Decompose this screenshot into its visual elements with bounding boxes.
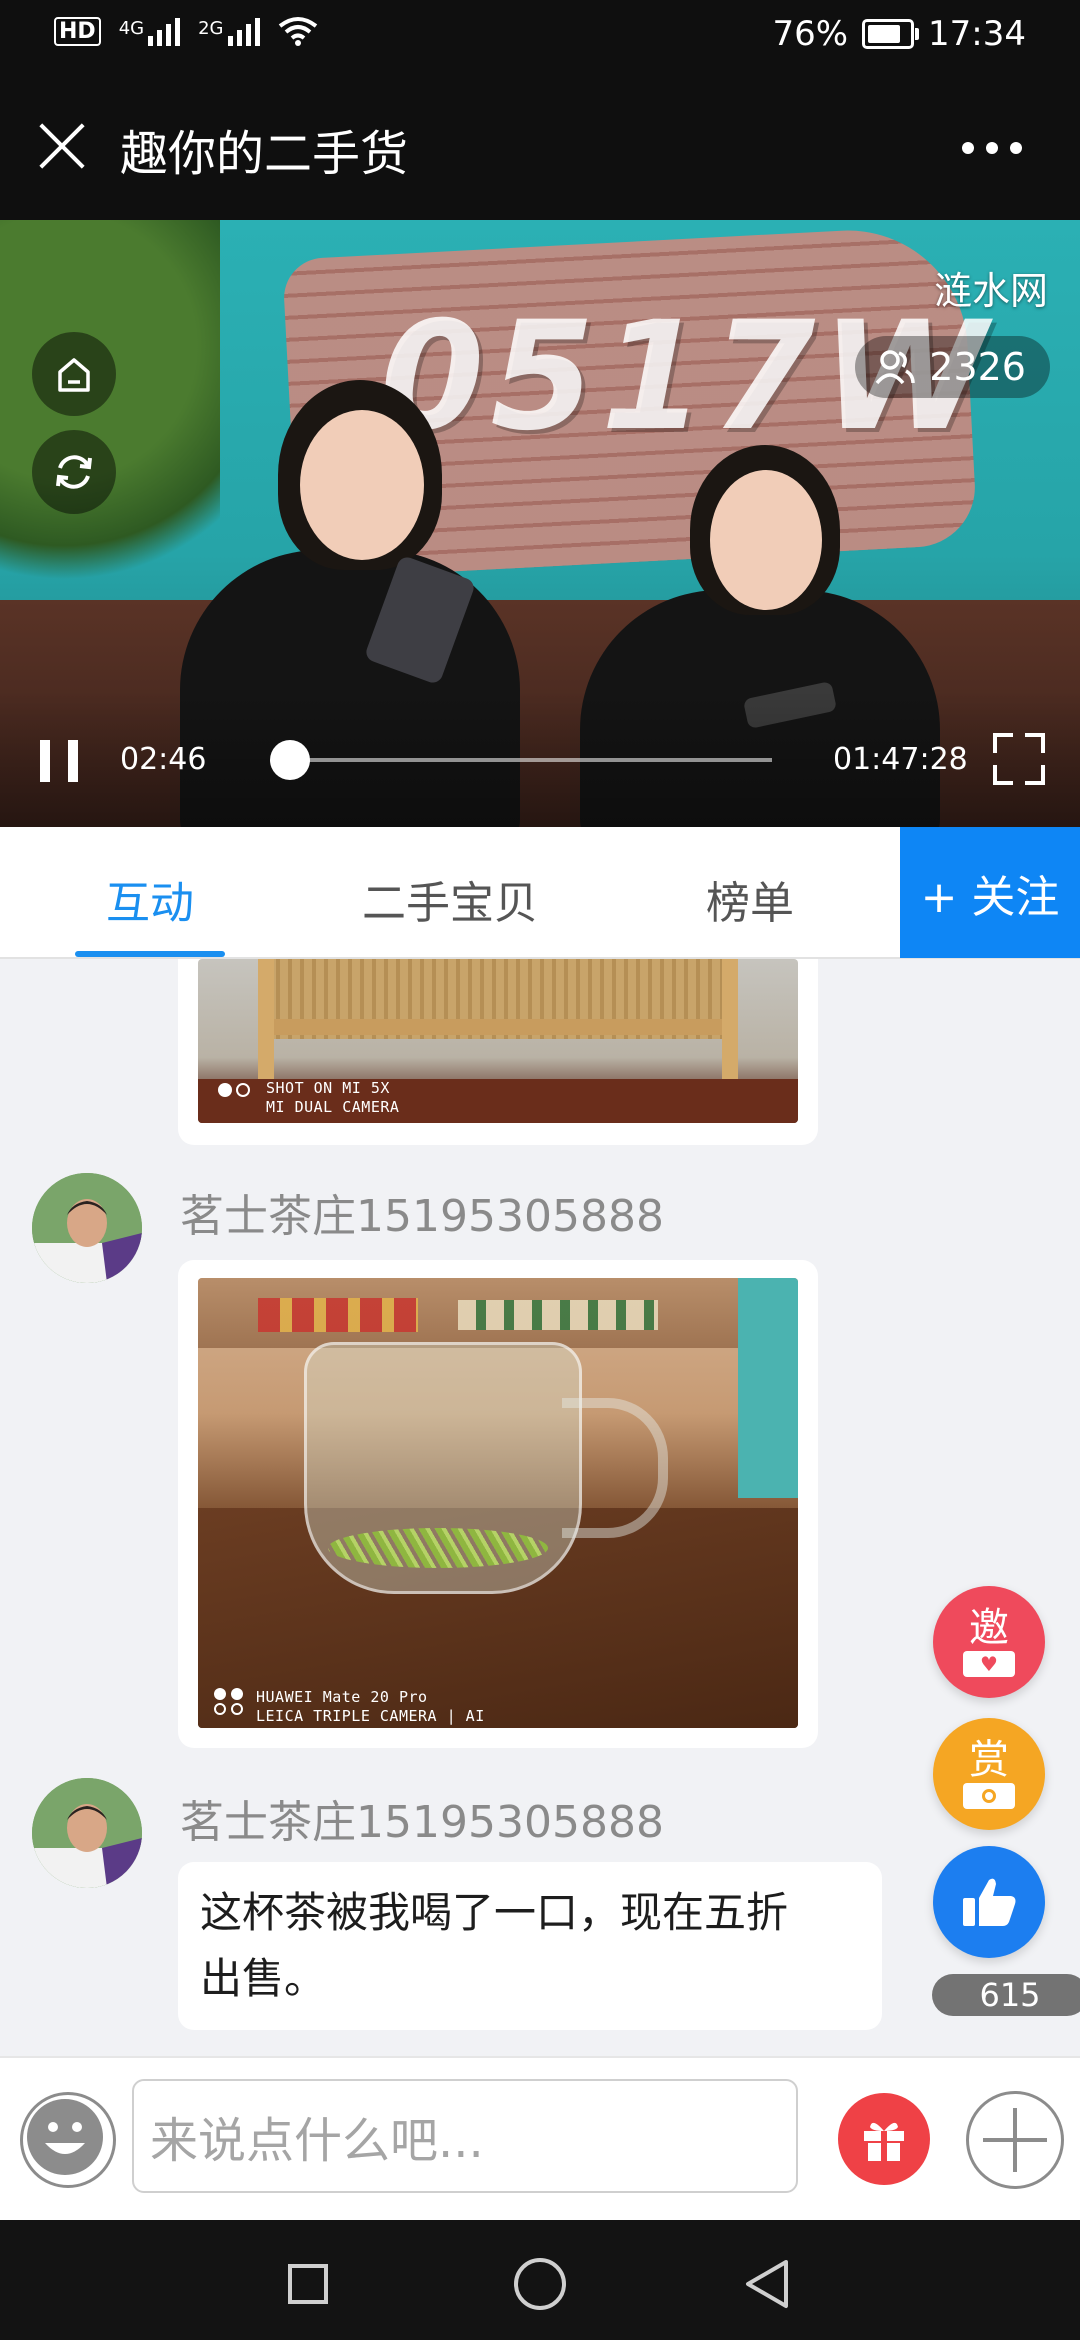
clock: 17:34 <box>928 14 1026 54</box>
active-tab-indicator <box>75 951 225 957</box>
refresh-button[interactable] <box>32 430 116 514</box>
progress-track[interactable] <box>278 758 772 762</box>
like-button[interactable] <box>933 1846 1045 1958</box>
bed-post-right <box>722 959 738 1079</box>
shelf-goods-2 <box>458 1300 658 1330</box>
presenter-left-face <box>300 410 424 560</box>
network-2g-label: 2G <box>198 18 224 39</box>
username: 茗士茶庄15195305888 <box>180 1191 664 1242</box>
elapsed-time: 02:46 <box>120 742 207 777</box>
tab-secondhand-items[interactable]: 二手宝贝 <box>300 867 600 931</box>
shelf-goods <box>258 1298 418 1332</box>
status-bar: HD 4G 2G 76% 17:34 <box>0 0 1080 72</box>
viewer-count: 2326 <box>929 345 1026 389</box>
camera-watermark-dots <box>218 1083 250 1097</box>
viewers-icon <box>875 350 916 385</box>
tab-interaction[interactable]: 互动 <box>0 867 300 931</box>
viewer-count-pill: 2326 <box>855 336 1050 398</box>
system-nav-bar <box>0 2220 1080 2340</box>
comment-placeholder: 来说点什么吧... <box>150 2113 484 2169</box>
bed-post-left <box>258 959 274 1079</box>
battery-icon <box>862 19 920 49</box>
follow-button[interactable]: + 关注 <box>900 827 1080 958</box>
chat-bubble-image-2: HUAWEI Mate 20 Pro LEICA TRIPLE CAMERA |… <box>178 1260 818 1748</box>
thumbs-up-icon <box>963 1878 1016 1926</box>
pause-icon[interactable] <box>40 740 82 782</box>
avatar-image <box>32 1173 142 1283</box>
bed-frame <box>258 1019 738 1035</box>
window <box>738 1278 798 1498</box>
invite-button[interactable]: 邀 ♥ <box>933 1586 1045 1698</box>
message-text: 这杯茶被我喝了一口，现在五折 出售。 <box>200 1888 789 2003</box>
plus-button[interactable] <box>966 2091 1064 2189</box>
cup-handle <box>562 1398 668 1538</box>
battery-percent: 76% <box>772 14 849 54</box>
presenter-right-face <box>710 470 822 610</box>
signal-4g-icon: 4G <box>118 18 181 46</box>
wifi-icon <box>278 17 317 46</box>
chat-photo-tea[interactable]: HUAWEI Mate 20 Pro LEICA TRIPLE CAMERA |… <box>198 1278 798 1728</box>
chat-bubble-image-1: SHOT ON MI 5X MI DUAL CAMERA <box>178 959 818 1145</box>
invite-label: 邀 <box>969 1605 1009 1651</box>
plant <box>0 220 220 640</box>
close-icon[interactable] <box>36 120 88 172</box>
refresh-icon <box>56 455 92 489</box>
heart-envelope-icon: ♥ <box>963 1651 1015 1677</box>
avatar[interactable] <box>32 1778 142 1888</box>
status-bar-right: 76% 17:34 <box>772 14 1026 54</box>
chat-bubble-text: 这杯茶被我喝了一口，现在五折 出售。 <box>178 1862 882 2030</box>
smiley-icon <box>27 2099 103 2175</box>
avatar[interactable] <box>32 1173 142 1283</box>
like-count: 615 <box>932 1974 1080 2016</box>
fullscreen-icon[interactable] <box>993 733 1045 785</box>
emoji-button[interactable] <box>20 2092 116 2188</box>
signal-2g-icon: 2G <box>198 18 260 46</box>
coin-envelope-icon <box>963 1783 1015 1809</box>
hd-badge: HD <box>54 17 101 46</box>
home-button[interactable] <box>32 332 116 416</box>
network-4g-label: 4G <box>118 18 145 39</box>
gift-button[interactable] <box>838 2093 930 2185</box>
recents-icon[interactable] <box>288 2264 328 2304</box>
gift-icon <box>864 2122 904 2161</box>
home-icon <box>58 358 90 392</box>
watermark: 涟水网 <box>933 269 1048 313</box>
page-title: 趣你的二手货 <box>120 126 409 182</box>
duration: 01:47:28 <box>833 742 968 777</box>
tea-leaves <box>328 1528 548 1568</box>
reward-button[interactable]: 赏 <box>933 1718 1045 1830</box>
home-nav-icon[interactable] <box>514 2258 566 2310</box>
photo-caption-2: HUAWEI Mate 20 Pro LEICA TRIPLE CAMERA |… <box>256 1688 485 1725</box>
comment-input[interactable]: 来说点什么吧... <box>132 2079 798 2193</box>
username: 茗士茶庄15195305888 <box>180 1797 664 1848</box>
reward-label: 赏 <box>969 1737 1009 1783</box>
photo-caption-1: SHOT ON MI 5X MI DUAL CAMERA <box>266 1079 400 1116</box>
tab-ranking[interactable]: 榜单 <box>600 867 900 931</box>
avatar-image <box>32 1778 142 1888</box>
more-dots-icon[interactable] <box>962 142 1022 154</box>
status-bar-left: HD 4G 2G <box>54 16 318 46</box>
chat-photo-bed[interactable]: SHOT ON MI 5X MI DUAL CAMERA <box>198 959 798 1123</box>
camera-watermark-dots-2 <box>214 1688 245 1715</box>
back-icon[interactable] <box>742 2258 792 2310</box>
